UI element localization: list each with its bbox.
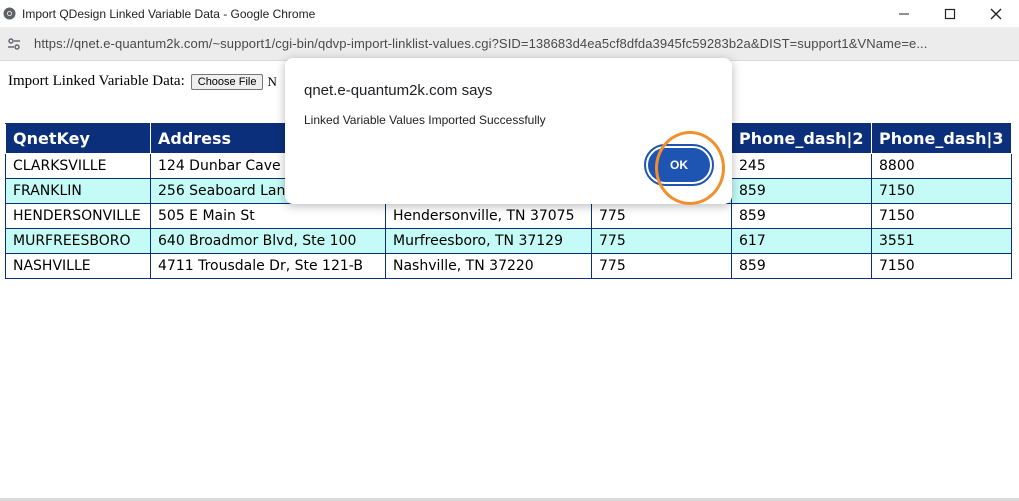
choose-file-button[interactable]: Choose File bbox=[190, 73, 264, 90]
table-cell: MURFREESBORO bbox=[5, 228, 151, 254]
table-row: NASHVILLE 4711 Trousdale Dr, Ste 121-B N… bbox=[5, 253, 1012, 279]
table-cell: 8800 bbox=[871, 153, 1012, 179]
table-cell: 775 bbox=[591, 228, 732, 254]
table-cell: Hendersonville, TN 37075 bbox=[385, 203, 592, 229]
maximize-button[interactable] bbox=[927, 0, 973, 27]
table-cell: 640 Broadmor Blvd, Ste 100 bbox=[150, 228, 386, 254]
minimize-icon bbox=[899, 13, 909, 14]
site-info-icon[interactable] bbox=[6, 36, 22, 52]
title-bar: Import QDesign Linked Variable Data - Go… bbox=[0, 0, 1019, 27]
header-phone-dash-3: Phone_dash|3 bbox=[871, 123, 1012, 154]
address-bar[interactable]: https://qnet.e-quantum2k.com/~support1/c… bbox=[0, 27, 1019, 61]
table-cell: 3551 bbox=[871, 228, 1012, 254]
browser-window: Import QDesign Linked Variable Data - Go… bbox=[0, 0, 1019, 501]
table-cell: 859 bbox=[731, 203, 872, 229]
table-cell: 245 bbox=[731, 153, 872, 179]
table-cell: Nashville, TN 37220 bbox=[385, 253, 592, 279]
table-cell: 859 bbox=[731, 253, 872, 279]
table-cell: 617 bbox=[731, 228, 872, 254]
header-qnetkey: QnetKey bbox=[5, 123, 151, 154]
import-row: Import Linked Variable Data: Choose File… bbox=[8, 73, 277, 90]
window-title: Import QDesign Linked Variable Data - Go… bbox=[22, 6, 316, 21]
window-controls bbox=[881, 0, 1019, 27]
chrome-icon bbox=[3, 7, 16, 20]
table-row: MURFREESBORO 640 Broadmor Blvd, Ste 100 … bbox=[5, 228, 1012, 254]
table-cell: 775 bbox=[591, 203, 732, 229]
table-cell: HENDERSONVILLE bbox=[5, 203, 151, 229]
table-cell: 4711 Trousdale Dr, Ste 121-B bbox=[150, 253, 386, 279]
table-cell: 7150 bbox=[871, 253, 1012, 279]
alert-dialog: qnet.e-quantum2k.com says Linked Variabl… bbox=[285, 58, 732, 204]
minimize-button[interactable] bbox=[881, 0, 927, 27]
table-cell: FRANKLIN bbox=[5, 178, 151, 204]
table-cell: 7150 bbox=[871, 178, 1012, 204]
table-cell: CLARKSVILLE bbox=[5, 153, 151, 179]
table-cell: 859 bbox=[731, 178, 872, 204]
maximize-icon bbox=[944, 8, 956, 19]
table-cell: NASHVILLE bbox=[5, 253, 151, 279]
table-cell: 775 bbox=[591, 253, 732, 279]
close-button[interactable] bbox=[973, 0, 1019, 27]
table-cell: 7150 bbox=[871, 203, 1012, 229]
file-status-text: N bbox=[267, 73, 277, 89]
table-cell: 505 E Main St bbox=[150, 203, 386, 229]
import-label: Import Linked Variable Data: bbox=[8, 73, 185, 89]
ok-button[interactable]: OK bbox=[644, 144, 714, 186]
table-cell: Murfreesboro, TN 37129 bbox=[385, 228, 592, 254]
dialog-title: qnet.e-quantum2k.com says bbox=[304, 82, 493, 99]
header-phone-dash-2: Phone_dash|2 bbox=[731, 123, 872, 154]
url-text[interactable]: https://qnet.e-quantum2k.com/~support1/c… bbox=[34, 36, 1014, 51]
close-icon bbox=[990, 8, 1002, 19]
table-row: HENDERSONVILLE 505 E Main St Hendersonvi… bbox=[5, 203, 1012, 229]
dialog-message: Linked Variable Values Imported Successf… bbox=[304, 113, 546, 127]
